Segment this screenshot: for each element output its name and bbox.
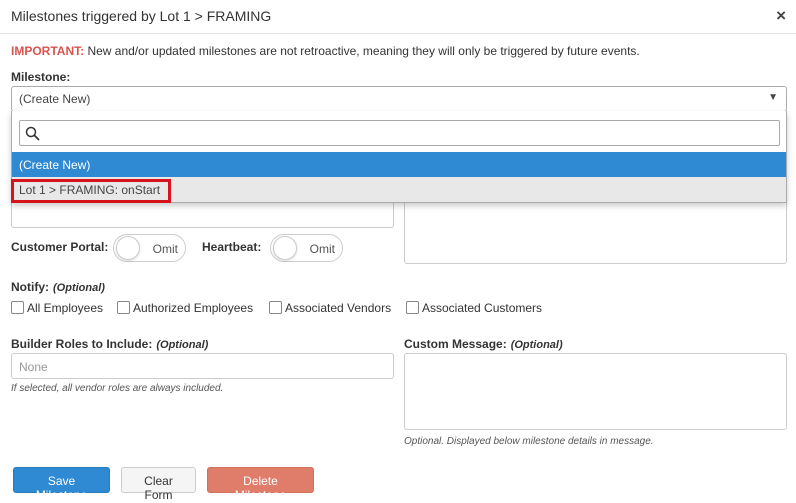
- checkbox-box[interactable]: [11, 301, 24, 314]
- dropdown-option-onstart[interactable]: Lot 1 > FRAMING: onStart: [11, 177, 786, 203]
- checkbox-label: Authorized Employees: [133, 301, 254, 315]
- checkbox-label: Associated Vendors: [285, 301, 392, 315]
- important-notice: IMPORTANT: New and/or updated milestones…: [11, 44, 640, 58]
- builder-roles-input[interactable]: None: [11, 353, 394, 379]
- modal-header: Milestones triggered by Lot 1 > FRAMING …: [0, 0, 796, 34]
- toggle-knob: [116, 236, 140, 260]
- milestone-detail-textarea[interactable]: [404, 195, 787, 264]
- optional-tag: (Optional): [510, 339, 563, 351]
- save-milestone-button[interactable]: Save Milestone: [13, 467, 110, 502]
- caret-down-icon[interactable]: ▼: [768, 92, 778, 103]
- dropdown-search-input[interactable]: [19, 120, 780, 146]
- search-icon: [25, 126, 40, 141]
- clear-form-button[interactable]: Clear Form: [121, 467, 196, 502]
- milestone-dropdown: (Create New) Lot 1 > FRAMING: onStart: [11, 111, 787, 203]
- builder-roles-placeholder: None: [19, 360, 48, 374]
- customer-portal-toggle[interactable]: Omit: [113, 234, 186, 262]
- checkbox-box[interactable]: [406, 301, 419, 314]
- milestone-selected-value: (Create New): [19, 92, 91, 106]
- close-icon[interactable]: ×: [776, 7, 786, 25]
- toggle-state: Omit: [309, 242, 335, 256]
- checkbox-authorized-employees[interactable]: Authorized Employees: [117, 301, 253, 315]
- checkbox-label: Associated Customers: [422, 301, 543, 315]
- builder-roles-label-text: Builder Roles to Include:: [11, 337, 153, 351]
- custom-message-textarea[interactable]: [404, 353, 787, 430]
- checkbox-label: All Employees: [27, 301, 104, 315]
- milestone-select[interactable]: (Create New) ▼: [11, 86, 787, 112]
- notice-text: New and/or updated milestones are not re…: [84, 44, 640, 58]
- customer-portal-label: Customer Portal:: [11, 240, 109, 254]
- milestone-label: Milestone:: [11, 70, 71, 84]
- highlight-outline: [11, 179, 171, 203]
- builder-roles-hint: If selected, all vendor roles are always…: [11, 383, 224, 394]
- optional-tag: (Optional): [156, 339, 209, 351]
- dropdown-option-create-new[interactable]: (Create New): [12, 152, 786, 177]
- toggle-knob: [273, 236, 297, 260]
- custom-message-hint: Optional. Displayed below milestone deta…: [404, 436, 654, 447]
- custom-message-label-text: Custom Message:: [404, 337, 507, 351]
- toggle-state: Omit: [152, 242, 178, 256]
- delete-milestone-button[interactable]: Delete Milestone: [207, 467, 314, 502]
- checkbox-box[interactable]: [117, 301, 130, 314]
- notify-label: Notify: (Optional): [11, 280, 105, 294]
- modal-title: Milestones triggered by Lot 1 > FRAMING: [11, 8, 272, 24]
- checkbox-box[interactable]: [269, 301, 282, 314]
- builder-roles-label: Builder Roles to Include: (Optional): [11, 337, 208, 351]
- custom-message-label: Custom Message: (Optional): [404, 337, 563, 351]
- important-label: IMPORTANT:: [11, 44, 85, 58]
- checkbox-associated-vendors[interactable]: Associated Vendors: [269, 301, 391, 315]
- notify-label-text: Notify:: [11, 280, 49, 294]
- optional-tag: (Optional): [53, 282, 105, 294]
- heartbeat-label: Heartbeat:: [202, 240, 262, 254]
- heartbeat-toggle[interactable]: Omit: [270, 234, 343, 262]
- checkbox-associated-customers[interactable]: Associated Customers: [406, 301, 542, 315]
- checkbox-all-employees[interactable]: All Employees: [11, 301, 103, 315]
